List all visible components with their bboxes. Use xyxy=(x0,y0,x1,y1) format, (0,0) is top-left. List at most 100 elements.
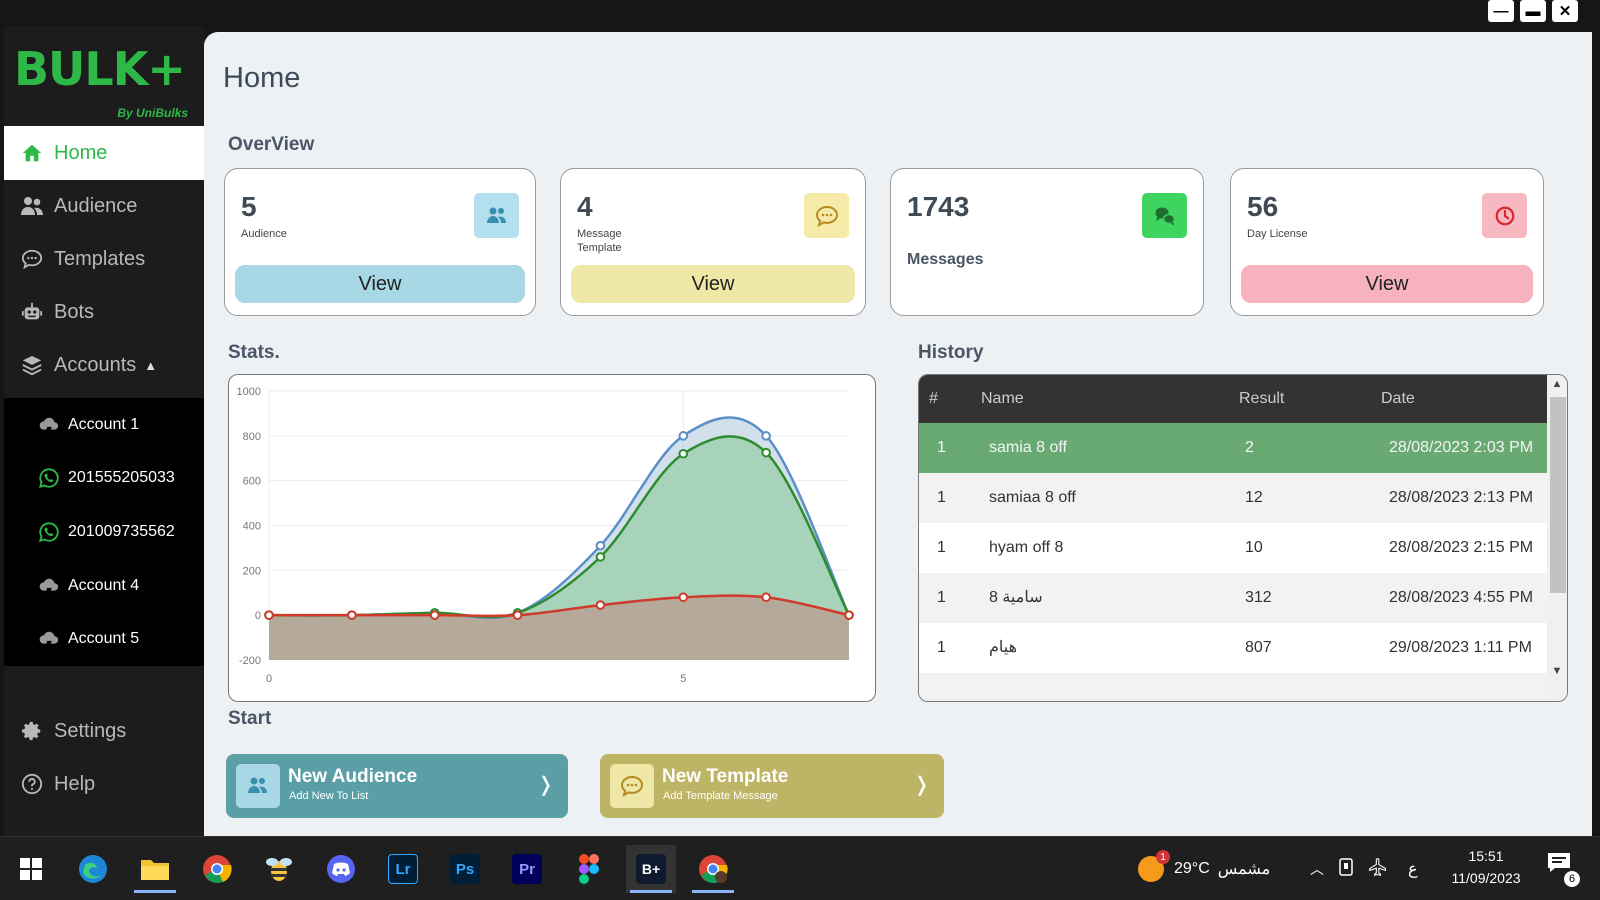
sidebar-item-templates[interactable]: Templates xyxy=(4,232,204,286)
sidebar-item-accounts[interactable]: Accounts ▲ xyxy=(4,338,204,392)
photoshop-icon[interactable]: Ps xyxy=(440,845,490,893)
data-point xyxy=(844,610,854,620)
chat-icon xyxy=(20,247,44,271)
edge-icon[interactable] xyxy=(68,845,118,893)
scroll-up-arrow[interactable]: ▲ xyxy=(1547,378,1567,390)
chat-bubbles-icon xyxy=(1142,193,1187,238)
new-template-subtitle: Add Template Message xyxy=(663,790,778,802)
weather-temp: 29°C xyxy=(1174,860,1210,877)
sidebar-item-label: Settings xyxy=(54,719,127,742)
account-item-3[interactable]: 201009735562 xyxy=(4,505,204,559)
scroll-down-arrow[interactable]: ▼ xyxy=(1547,665,1567,677)
data-point xyxy=(264,610,274,620)
sidebar-item-audience[interactable]: Audience xyxy=(4,179,204,233)
home-icon xyxy=(20,141,44,165)
account-label: Account 4 xyxy=(68,577,140,594)
layers-icon xyxy=(20,353,44,377)
y-tick-label: 400 xyxy=(243,521,261,533)
sidebar-item-label: Home xyxy=(54,141,108,164)
row-number: 1 xyxy=(937,589,946,606)
close-button[interactable]: ✕ xyxy=(1552,0,1578,22)
data-point xyxy=(761,431,771,441)
row-date: 28/08/2023 2:13 PM xyxy=(1389,489,1534,506)
discord-icon[interactable] xyxy=(316,845,366,893)
row-date: 28/08/2023 2:15 PM xyxy=(1389,539,1534,556)
license-card: 56 Day License View xyxy=(1230,168,1544,316)
history-title: History xyxy=(918,342,984,363)
y-tick-label: -200 xyxy=(239,655,261,667)
sidebar-item-home[interactable]: Home xyxy=(4,126,204,180)
y-tick-label: 1000 xyxy=(237,386,261,398)
sidebar-item-settings[interactable]: Settings xyxy=(4,704,204,758)
app-logo: BULK+ By UniBulks xyxy=(14,44,194,129)
maximize-button[interactable]: ▬ xyxy=(1520,0,1546,22)
chrome-profile-icon[interactable] xyxy=(688,845,738,893)
audience-view-button[interactable]: View xyxy=(235,265,525,303)
clock-date: 11/09/2023 xyxy=(1451,870,1521,886)
bulkplus-label: B+ xyxy=(636,854,666,884)
users-icon xyxy=(236,764,280,808)
table-row[interactable]: 1 سامية 8 312 28/08/2023 4:55 PM xyxy=(919,573,1549,623)
window-controls: — ▬ ✕ xyxy=(1488,0,1578,22)
table-row[interactable]: 1 هيام 807 29/08/2023 1:11 PM xyxy=(919,623,1549,673)
premiere-icon[interactable]: Pr xyxy=(502,845,552,893)
robot-icon xyxy=(20,300,44,324)
data-point xyxy=(595,540,606,551)
templates-view-button[interactable]: View xyxy=(571,265,855,303)
account-item-5[interactable]: Account 5 xyxy=(4,612,204,666)
account-icon xyxy=(38,628,60,650)
start-title: Start xyxy=(228,708,272,729)
language-indicator[interactable]: ع xyxy=(1408,859,1418,879)
clock[interactable]: 15:51 11/09/2023 xyxy=(1446,845,1526,889)
chrome-icon[interactable] xyxy=(192,845,242,893)
figma-icon[interactable] xyxy=(564,845,614,893)
history-scrollbar[interactable]: ▲ ▼ xyxy=(1547,375,1567,701)
row-name: هيام xyxy=(989,639,1018,656)
logo-subtext: By UniBulks xyxy=(117,106,188,120)
bee-app-icon[interactable] xyxy=(254,845,304,893)
bulkplus-icon[interactable]: B+ xyxy=(626,845,676,893)
row-name: hyam off 8 xyxy=(989,539,1064,556)
minimize-button[interactable]: — xyxy=(1488,0,1514,22)
chevron-up-icon[interactable]: ︿ xyxy=(1310,859,1324,879)
lightroom-icon[interactable]: Lr xyxy=(378,845,428,893)
audience-label: Audience xyxy=(241,228,287,240)
new-template-button[interactable]: New Template Add Template Message ❭ xyxy=(600,754,944,818)
account-item-2[interactable]: 201555205033 xyxy=(4,451,204,505)
scrollbar-thumb[interactable] xyxy=(1550,397,1566,593)
weather-widget[interactable]: 1 29°C مشمس xyxy=(1138,837,1270,900)
row-result: 10 xyxy=(1245,539,1263,556)
photoshop-label: Ps xyxy=(450,854,480,884)
chat-icon xyxy=(610,764,654,808)
windows-start-icon[interactable] xyxy=(6,845,56,893)
account-label: Account 1 xyxy=(68,416,140,433)
account-item-1[interactable]: Account 1 xyxy=(4,398,204,452)
file-explorer-icon[interactable] xyxy=(130,845,180,893)
messages-label: Messages xyxy=(907,251,984,268)
row-date: 28/08/2023 4:55 PM xyxy=(1389,589,1534,606)
column-header-result: Result xyxy=(1239,390,1285,407)
new-audience-button[interactable]: New Audience Add New To List ❭ xyxy=(226,754,568,818)
table-row-partial xyxy=(919,673,1549,701)
sidebar-item-label: Accounts xyxy=(54,353,137,376)
license-label: Day License xyxy=(1247,228,1308,240)
table-row[interactable]: 1 samiaa 8 off 12 28/08/2023 2:13 PM xyxy=(919,473,1549,523)
table-row[interactable]: 1 hyam off 8 10 28/08/2023 2:15 PM xyxy=(919,523,1549,573)
column-header-name: Name xyxy=(981,390,1024,407)
sidebar-item-bots[interactable]: Bots xyxy=(4,285,204,339)
clock-icon xyxy=(1482,193,1527,238)
notifications-icon[interactable]: 6 xyxy=(1546,851,1582,887)
system-tray: ︿ ع xyxy=(1310,837,1438,900)
table-row[interactable]: 1 samia 8 off 2 28/08/2023 2:03 PM xyxy=(919,423,1549,473)
row-number: 1 xyxy=(937,489,946,506)
notification-count: 6 xyxy=(1564,871,1580,887)
device-icon[interactable] xyxy=(1338,857,1354,881)
logo-text: BULK+ xyxy=(14,42,186,96)
sidebar-item-help[interactable]: Help xyxy=(4,757,204,811)
account-item-4[interactable]: Account 4 xyxy=(4,559,204,613)
y-tick-label: 200 xyxy=(243,565,261,577)
sun-icon: 1 xyxy=(1138,850,1170,882)
airplane-icon[interactable] xyxy=(1368,857,1388,882)
row-name: سامية 8 xyxy=(989,589,1043,606)
license-view-button[interactable]: View xyxy=(1241,265,1533,303)
